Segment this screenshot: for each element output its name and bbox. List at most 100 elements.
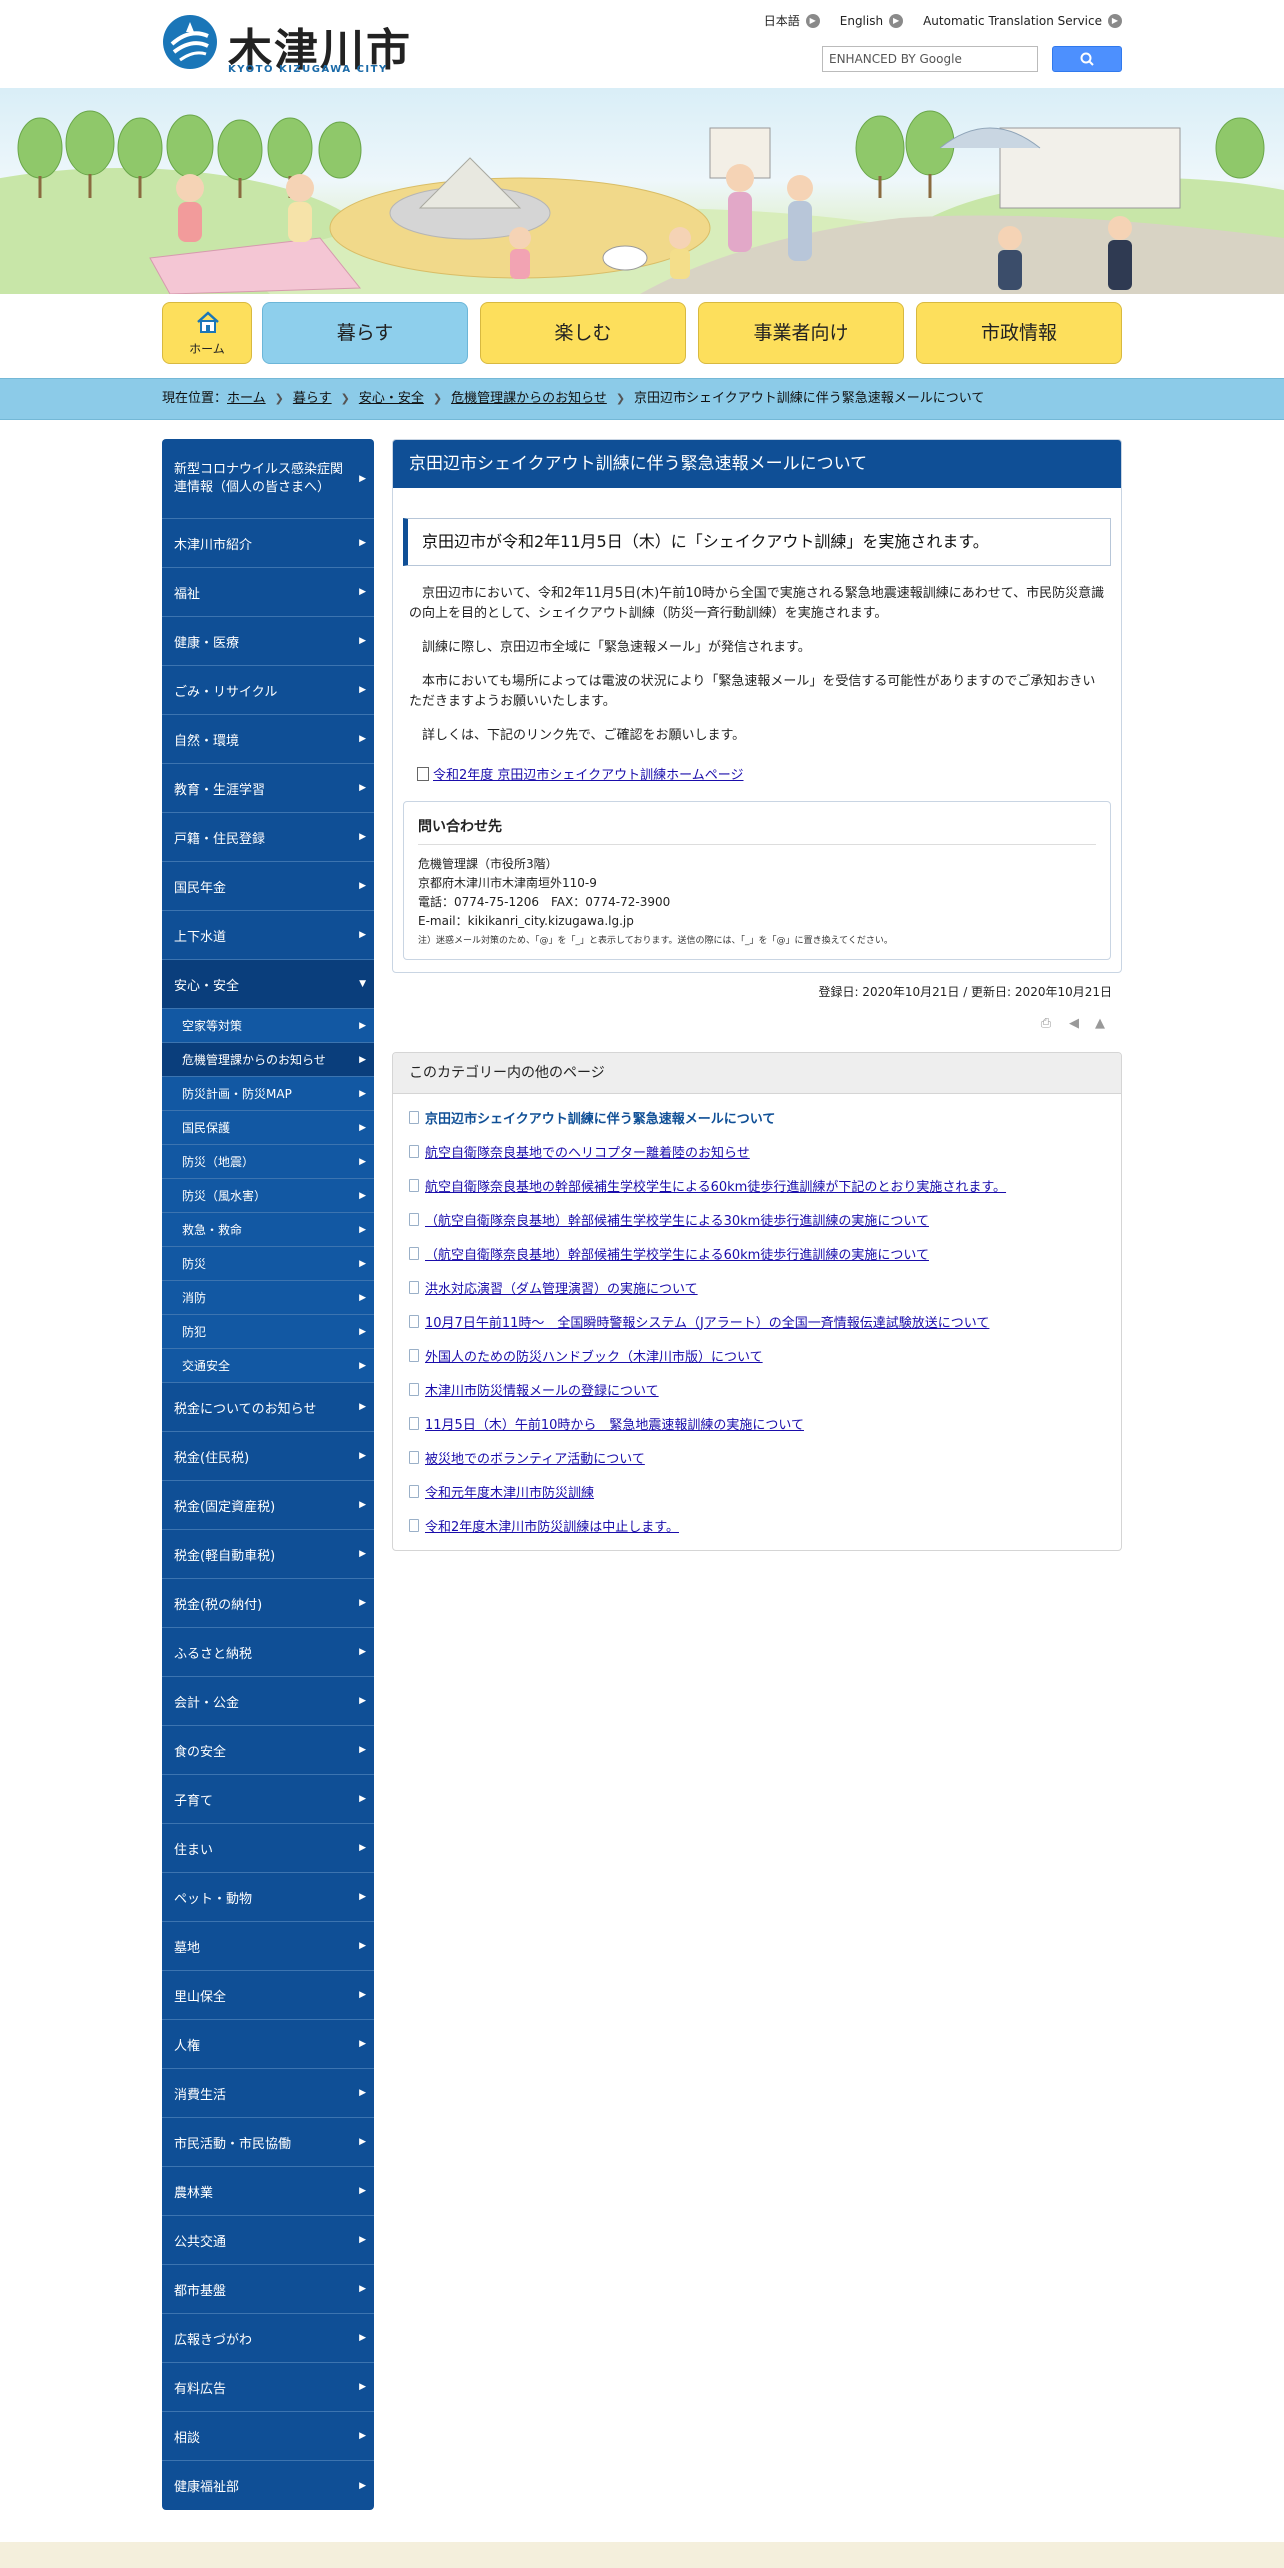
- arrow-right-icon: ▶: [1108, 13, 1122, 28]
- sidebar-sub-traffic-safety[interactable]: 交通安全 ▶: [162, 1349, 374, 1383]
- shakeout-homepage-link[interactable]: 令和2年度 京田辺市シェイクアウト訓練ホームページ: [433, 764, 744, 783]
- contact-note: 注）迷惑メール対策のため、「@」を「_」と表示しております。送信の際には、「_」…: [418, 936, 893, 946]
- list-item[interactable]: 航空自衛隊奈良基地の幹部候補生学校学生による60km徒歩行進訓練が下記のとおり実…: [409, 1168, 1105, 1202]
- lang-link-english[interactable]: English ▶: [840, 12, 904, 29]
- list-item[interactable]: 被災地でのボランティア活動について: [409, 1440, 1105, 1474]
- chevron-right-icon: ▶: [359, 538, 366, 548]
- list-item[interactable]: （航空自衛隊奈良基地）幹部候補生学校学生による30km徒歩行進訓練の実施について: [409, 1202, 1105, 1236]
- sidebar-item-food-safety[interactable]: 食の安全 ▶: [162, 1726, 374, 1775]
- sidebar-item-furusato[interactable]: ふるさと納税 ▶: [162, 1628, 374, 1677]
- chevron-down-icon: ▼: [359, 979, 366, 989]
- list-item[interactable]: 洪水対応演習（ダム管理演習）の実施について: [409, 1270, 1105, 1304]
- breadcrumb-link-crisis-dept[interactable]: 危機管理課からのお知らせ: [451, 379, 607, 419]
- sidebar-item-public-transport[interactable]: 公共交通 ▶: [162, 2216, 374, 2265]
- chevron-right-icon: ▶: [359, 1088, 366, 1099]
- list-item[interactable]: 10月7日午前11時～ 全国瞬時警報システム（Jアラート）の全国一斉情報伝達試験…: [409, 1304, 1105, 1338]
- chevron-right-icon: ▶: [359, 1598, 366, 1608]
- sidebar-sub-earthquake[interactable]: 防災（地震） ▶: [162, 1145, 374, 1179]
- chevron-right-icon: ▶: [359, 1500, 366, 1510]
- sidebar-item-health[interactable]: 健康・医療 ▶: [162, 617, 374, 666]
- nav-tanoshimu-button[interactable]: 楽しむ: [480, 302, 686, 364]
- sidebar-item-infrastructure[interactable]: 都市基盤 ▶: [162, 2265, 374, 2314]
- lang-link-auto-translation[interactable]: Automatic Translation Service ▶: [923, 12, 1122, 29]
- sidebar-item-city-intro[interactable]: 木津川市紹介 ▶: [162, 519, 374, 568]
- page-top-icon[interactable]: ▲: [1092, 1016, 1108, 1032]
- sidebar-item-pension[interactable]: 国民年金 ▶: [162, 862, 374, 911]
- hero-illustration: [0, 88, 1284, 294]
- nav-kurasu-button[interactable]: 暮らす: [262, 302, 468, 364]
- sidebar-item-welfare[interactable]: 福祉 ▶: [162, 568, 374, 617]
- nav-city-info-button[interactable]: 市政情報: [916, 302, 1122, 364]
- sidebar-sub-emergency[interactable]: 救急・救命 ▶: [162, 1213, 374, 1247]
- sidebar-item-tax-resident[interactable]: 税金(住民税) ▶: [162, 1432, 374, 1481]
- sidebar-item-pr-magazine[interactable]: 広報きづがわ ▶: [162, 2314, 374, 2363]
- sidebar-item-consumer[interactable]: 消費生活 ▶: [162, 2069, 374, 2118]
- sidebar-item-family-register[interactable]: 戸籍・住民登録 ▶: [162, 813, 374, 862]
- search-button[interactable]: [1052, 46, 1122, 72]
- chevron-right-icon: ❯: [274, 392, 284, 405]
- page-title: 京田辺市シェイクアウト訓練に伴う緊急速報メールについて: [393, 440, 1121, 488]
- sidebar-sub-crisis-dept[interactable]: 危機管理課からのお知らせ ▶: [162, 1043, 374, 1077]
- sidebar-item-consultation[interactable]: 相談 ▶: [162, 2412, 374, 2461]
- back-arrow-icon[interactable]: ◀: [1066, 1016, 1082, 1032]
- sidebar-item-safety[interactable]: 安心・安全 ▼: [162, 960, 374, 1009]
- site-logo[interactable]: 木津川市 KYOTO KIZUGAWA CITY: [162, 12, 410, 76]
- breadcrumb-link-kurasu[interactable]: 暮らす: [293, 379, 332, 419]
- list-item[interactable]: 航空自衛隊奈良基地でのヘリコプター離着陸のお知らせ: [409, 1134, 1105, 1168]
- search-input[interactable]: ENHANCED BY Google: [822, 46, 1038, 72]
- breadcrumb-link-safety[interactable]: 安心・安全: [359, 379, 424, 419]
- sidebar-item-tax-notice[interactable]: 税金についてのお知らせ ▶: [162, 1383, 374, 1432]
- sidebar-sub-disaster-prevention[interactable]: 防災 ▶: [162, 1247, 374, 1281]
- list-item[interactable]: 令和元年度木津川市防災訓練: [409, 1474, 1105, 1508]
- sidebar-item-garbage[interactable]: ごみ・リサイクル ▶: [162, 666, 374, 715]
- related-pages-title: このカテゴリー内の他のページ: [393, 1053, 1121, 1094]
- nav-home-label: ホーム: [189, 342, 225, 356]
- nav-home-button[interactable]: ホーム: [162, 302, 252, 364]
- sidebar-item-childcare[interactable]: 子育て ▶: [162, 1775, 374, 1824]
- sidebar-item-housing[interactable]: 住まい ▶: [162, 1824, 374, 1873]
- sidebar-item-human-rights[interactable]: 人権 ▶: [162, 2020, 374, 2069]
- list-item[interactable]: 京田辺市シェイクアウト訓練に伴う緊急速報メールについて: [409, 1100, 1105, 1134]
- sidebar-item-health-welfare-dept[interactable]: 健康福祉部 ▶: [162, 2461, 374, 2510]
- breadcrumb-current: 京田辺市シェイクアウト訓練に伴う緊急速報メールについて: [634, 391, 985, 406]
- language-links: 日本語 ▶ English ▶ Automatic Translation Serv…: [764, 12, 1122, 29]
- sidebar-item-education[interactable]: 教育・生涯学習 ▶: [162, 764, 374, 813]
- sidebar-item-pets[interactable]: ペット・動物 ▶: [162, 1873, 374, 1922]
- breadcrumb-link-home[interactable]: ホーム: [227, 379, 266, 419]
- sidebar-sub-fire[interactable]: 消防 ▶: [162, 1281, 374, 1315]
- sidebar-item-civic-activity[interactable]: 市民活動・市民協働 ▶: [162, 2118, 374, 2167]
- list-item[interactable]: 令和2年度木津川市防災訓練は中止します。: [409, 1508, 1105, 1542]
- sidebar-item-accounting[interactable]: 会計・公金 ▶: [162, 1677, 374, 1726]
- sidebar-sub-vacant-house[interactable]: 空家等対策 ▶: [162, 1009, 374, 1043]
- sidebar-item-water[interactable]: 上下水道 ▶: [162, 911, 374, 960]
- chevron-right-icon: ▶: [359, 1647, 366, 1657]
- sidebar-sub-disaster-plan[interactable]: 防災計画・防災MAP ▶: [162, 1077, 374, 1111]
- sidebar-item-satoyama[interactable]: 里山保全 ▶: [162, 1971, 374, 2020]
- sidebar-item-paid-ads[interactable]: 有料広告 ▶: [162, 2363, 374, 2412]
- footer-strip: [0, 2542, 1284, 2568]
- contact-phone: 電話：0774-75-1206 FAX：0774-72-3900: [418, 895, 671, 909]
- arrow-right-icon: ▶: [889, 13, 904, 28]
- list-item[interactable]: 11月5日（木）午前10時から 緊急地震速報訓練の実施について: [409, 1406, 1105, 1440]
- sidebar-item-tax-property[interactable]: 税金(固定資産税) ▶: [162, 1481, 374, 1530]
- list-item[interactable]: （航空自衛隊奈良基地）幹部候補生学校学生による60km徒歩行進訓練の実施について: [409, 1236, 1105, 1270]
- related-pages: このカテゴリー内の他のページ 京田辺市シェイクアウト訓練に伴う緊急速報メールにつ…: [392, 1052, 1122, 1551]
- chevron-right-icon: ▶: [359, 1054, 366, 1065]
- list-item[interactable]: 外国人のための防災ハンドブック（木津川市版）について: [409, 1338, 1105, 1372]
- sidebar-item-nature[interactable]: 自然・環境 ▶: [162, 715, 374, 764]
- sidebar-item-covid[interactable]: 新型コロナウイルス感染症関連情報（個人の皆さまへ） ▶: [162, 439, 374, 519]
- sidebar-item-tax-payment[interactable]: 税金(税の納付) ▶: [162, 1579, 374, 1628]
- lang-link-japanese[interactable]: 日本語 ▶: [764, 12, 820, 29]
- external-link[interactable]: 令和2年度 京田辺市シェイクアウト訓練ホームページ: [417, 764, 1097, 783]
- sidebar-item-tax-vehicle[interactable]: 税金(軽自動車税) ▶: [162, 1530, 374, 1579]
- chevron-right-icon: ▶: [359, 2284, 366, 2294]
- sidebar-item-agriculture[interactable]: 農林業 ▶: [162, 2167, 374, 2216]
- sidebar-sub-civil-protection[interactable]: 国民保護 ▶: [162, 1111, 374, 1145]
- nav-business-button[interactable]: 事業者向け: [698, 302, 904, 364]
- sidebar-item-cemetery[interactable]: 墓地 ▶: [162, 1922, 374, 1971]
- search-icon: [1080, 52, 1094, 66]
- print-icon[interactable]: ⎙: [1038, 1016, 1054, 1032]
- sidebar-sub-storm-flood[interactable]: 防災（風水害） ▶: [162, 1179, 374, 1213]
- sidebar-sub-crime-prevention[interactable]: 防犯 ▶: [162, 1315, 374, 1349]
- list-item[interactable]: 木津川市防災情報メールの登録について: [409, 1372, 1105, 1406]
